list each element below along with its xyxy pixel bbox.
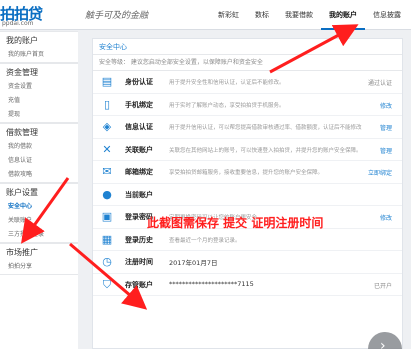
chevron-right-icon: › — [380, 338, 386, 349]
page: 拍拍贷 ppdai.com 触手可及的金融 新彩虹 数标 我要借款 我的账户 信… — [0, 0, 411, 349]
arrow-to-register-time — [69, 242, 148, 310]
arrow-to-security-center — [21, 177, 70, 244]
arrow-to-my-account — [269, 24, 359, 74]
annotation-arrows — [21, 24, 359, 310]
